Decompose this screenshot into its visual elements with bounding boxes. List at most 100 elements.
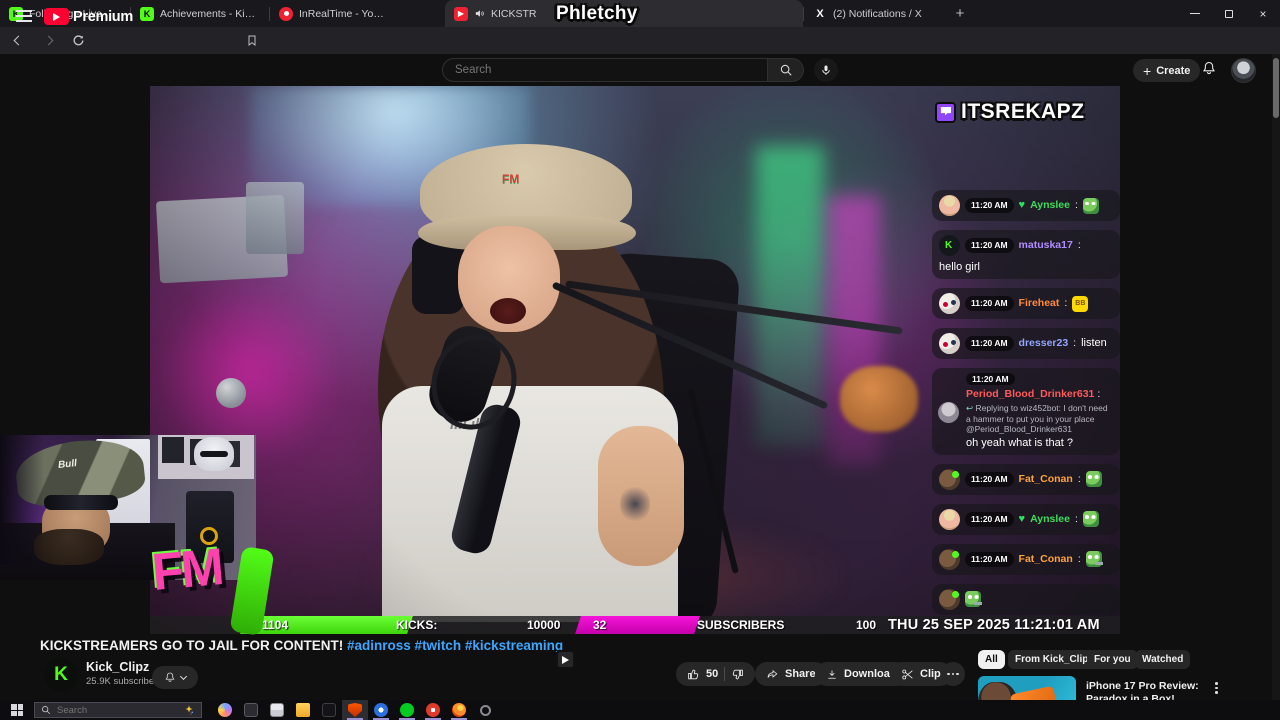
search-field[interactable]: [455, 64, 755, 76]
close-button[interactable]: ×: [1246, 0, 1280, 27]
taskbar-copilot[interactable]: [212, 700, 238, 720]
restore-button[interactable]: [1212, 0, 1246, 27]
youtube-premium-logo[interactable]: Premium: [44, 8, 133, 25]
acoustic-panels: [162, 437, 184, 463]
streamer-handle-overlay: ITSREKAPZ: [935, 100, 1085, 124]
chat-timestamp: 11:20 AM: [965, 551, 1014, 567]
voice-search-button[interactable]: [814, 58, 838, 82]
video-hashtags[interactable]: #adinross #twitch #kickstreaming: [347, 638, 563, 653]
filter-chip-for-you[interactable]: For you: [1087, 650, 1138, 669]
taskbar-app[interactable]: [472, 700, 498, 720]
notifications-bell-button[interactable]: [1201, 60, 1217, 82]
like-dislike-buttons[interactable]: 50: [676, 662, 756, 686]
create-label: Create: [1156, 64, 1191, 77]
pepe-gun-emote: [1085, 551, 1103, 567]
chat-timestamp: 11:20 AM: [965, 336, 1014, 351]
reply-quote: Replying to wiz452bot: I don't need a ha…: [966, 403, 1108, 424]
yellow-text-emote: BB: [1072, 295, 1089, 312]
download-icon: [828, 670, 836, 679]
mic-icon: [822, 65, 830, 75]
like-count: 50: [706, 668, 719, 680]
search-input[interactable]: [442, 58, 768, 82]
helmet-visor: [200, 451, 228, 457]
create-button[interactable]: + Create: [1133, 59, 1201, 82]
taskbar-firefox[interactable]: [446, 700, 472, 720]
new-tab-button[interactable]: +: [948, 2, 972, 26]
window-controls: ×: [1178, 0, 1280, 27]
back-button[interactable]: [6, 29, 30, 53]
tab-title: KICKSTR: [491, 7, 537, 20]
taskbar-search-field[interactable]: [57, 704, 167, 716]
chat-timestamp: 11:20 AM: [965, 296, 1014, 311]
chat-text: oh yeah what is that ?: [966, 436, 1074, 449]
channel-avatar-letter: K: [54, 664, 68, 685]
kick-favicon: K: [140, 6, 154, 21]
taskbar-app[interactable]: [316, 700, 342, 720]
guide-menu-button[interactable]: [16, 10, 32, 22]
chat-message: 11:20 AM dresser23 : listen: [932, 328, 1120, 359]
chat-message: 11:20 AM ♥ Aynslee :: [932, 190, 1120, 221]
start-button[interactable]: [0, 700, 34, 720]
tab-x-notifications[interactable]: X (2) Notifications / X: [804, 0, 942, 27]
scrollbar-thumb[interactable]: [1273, 58, 1279, 118]
chat-timestamp: 11:20 AM: [966, 373, 1015, 385]
chat-text: listen: [1081, 337, 1107, 349]
channel-avatar[interactable]: K: [44, 658, 78, 692]
minimize-button[interactable]: [1178, 0, 1212, 27]
reload-button[interactable]: [66, 29, 90, 53]
pepe-emote: [1082, 511, 1099, 527]
filter-chip-all[interactable]: All: [978, 650, 1005, 669]
copilot-sparkle-icon: [185, 705, 194, 715]
chat-colon: :: [1074, 199, 1078, 211]
green-heart-badge: ♥: [1018, 199, 1026, 211]
inrealtime-favicon: [279, 6, 293, 21]
video-title-text: KICKSTREAMERS GO TO JAIL FOR CONTENT!: [40, 638, 344, 653]
chat-timestamp: 11:20 AM: [965, 471, 1014, 487]
search-button[interactable]: [768, 58, 804, 82]
taskbar-app[interactable]: [264, 700, 290, 720]
taskbar-search[interactable]: [34, 702, 202, 718]
handle-text: ITSREKAPZ: [961, 100, 1085, 123]
share-label: Share: [785, 668, 816, 680]
stream-ticker: 1104 KICKS: 10000 32 SUBSCRIBERS 100 THU…: [150, 616, 1120, 634]
scissors-icon: [902, 669, 913, 679]
youtube-icon: [556, 650, 575, 669]
chat-message: 11:20 AM Fat_Conan :: [932, 543, 1120, 575]
phletchy-watermark: K Phletchy: [556, 0, 638, 669]
chat-username: Period_Blood_Drinker631: [966, 388, 1095, 400]
account-avatar[interactable]: [1231, 58, 1256, 83]
youtube-play-icon: [44, 8, 69, 25]
taskbar-app-green[interactable]: [394, 700, 420, 720]
filter-chip-watched[interactable]: Watched: [1135, 650, 1191, 669]
tab-kick-dashboard[interactable]: K Achievements - Kick Dashboard: [131, 0, 269, 27]
taskbar-file-explorer[interactable]: [290, 700, 316, 720]
kicks-label: KICKS:: [396, 618, 438, 632]
suggested-video-menu[interactable]: [1215, 682, 1218, 694]
taskbar-app-blue[interactable]: [368, 700, 394, 720]
browser-tab-bar: K Following - Live Streams on Kick K Ach…: [0, 0, 1280, 27]
chat-colon: :: [1077, 472, 1081, 485]
more-actions-button[interactable]: [941, 662, 965, 686]
subs-current: 32: [593, 618, 607, 632]
chat-username: Fat_Conan: [1018, 552, 1073, 565]
page-scrollbar[interactable]: [1272, 54, 1280, 700]
clip-label: Clip: [920, 668, 941, 680]
subscribed-bell-button[interactable]: [152, 666, 198, 689]
video-player[interactable]: FM ıılı ıl ITSREKAPZ 11:20 AM ♥ Ay: [150, 86, 1120, 634]
chevron-down-icon: [179, 672, 188, 681]
channel-name[interactable]: Kick_Clipz: [86, 660, 149, 674]
bookmark-icon[interactable]: [240, 29, 264, 53]
thumbs-down-icon[interactable]: [731, 668, 744, 681]
tab-inrealtime[interactable]: InRealTime - YouTube: [270, 0, 395, 27]
plus-icon: +: [1143, 62, 1152, 79]
chat-timestamp: 11:20 AM: [965, 238, 1014, 253]
chat-avatar: [939, 508, 960, 530]
search-icon: [42, 706, 51, 715]
chat-colon: :: [1064, 297, 1068, 309]
chat-message: 11:20 AM Fireheat : BB: [932, 288, 1120, 319]
taskbar-app-red[interactable]: [420, 700, 446, 720]
forward-button[interactable]: [36, 29, 60, 53]
taskbar-app[interactable]: [238, 700, 264, 720]
tab-title: Achievements - Kick Dashboard: [160, 7, 260, 20]
taskbar-brave-browser[interactable]: [342, 700, 368, 720]
